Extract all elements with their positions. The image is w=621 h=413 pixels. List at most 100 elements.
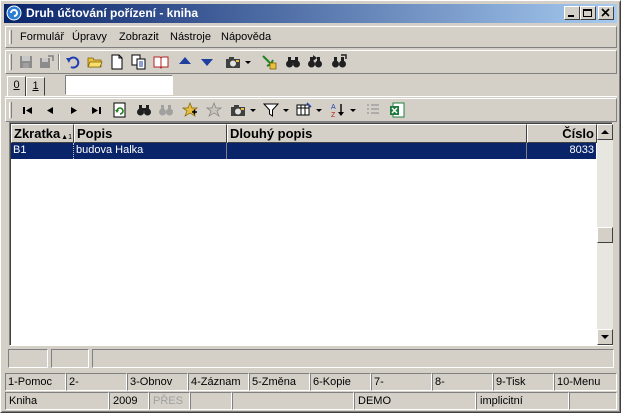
list-disabled-icon[interactable] [364, 101, 382, 119]
status-insert-mode: PŘES [149, 392, 190, 410]
window: Druh účtování pořízení - kniha Formulář … [0, 0, 621, 413]
menu-nastroje[interactable]: Nástroje [170, 31, 211, 43]
column-header-zkratka[interactable]: Zkratka ▲1 [11, 124, 74, 143]
close-button[interactable] [598, 6, 614, 20]
fkey-6-kopie[interactable]: 6-Kopie [310, 373, 371, 391]
fkey-4-zaznam[interactable]: 4-Záznam [188, 373, 249, 391]
chevron-down-icon[interactable] [281, 101, 291, 119]
menu-zobrazit[interactable]: Zobrazit [119, 31, 159, 43]
status-mode: Kniha [5, 392, 109, 410]
first-record-icon[interactable] [19, 101, 37, 119]
toolbar-separator [58, 54, 60, 70]
info-pane [8, 349, 48, 368]
find-replace-icon[interactable] [330, 53, 348, 71]
data-grid[interactable]: Zkratka ▲1 Popis Dlouhý popis Číslo B1 bu… [9, 122, 613, 346]
excel-export-icon[interactable] [388, 101, 406, 119]
sort-icon[interactable]: AZ [329, 101, 347, 119]
main-toolbar [5, 50, 617, 74]
copy-icon[interactable] [130, 53, 148, 71]
info-pane [92, 349, 614, 368]
add-filter-icon[interactable] [181, 101, 199, 119]
fkey-3-obnov[interactable]: 3-Obnov [127, 373, 188, 391]
remove-filter-icon[interactable] [205, 101, 223, 119]
chevron-down-icon[interactable] [248, 101, 258, 119]
tab-1-label: 1 [32, 80, 39, 92]
cell-cislo[interactable]: 8033 [527, 143, 596, 159]
last-record-icon[interactable] [87, 101, 105, 119]
sort-indicator: ▲1 [61, 134, 72, 141]
next-record-icon[interactable] [65, 101, 83, 119]
menu-napoveda[interactable]: Nápověda [221, 31, 271, 43]
arrow-up-icon[interactable] [176, 53, 194, 71]
status-pane [190, 392, 232, 410]
menu-grip[interactable] [9, 30, 12, 44]
vertical-scrollbar[interactable] [597, 124, 613, 345]
maximize-button[interactable] [580, 6, 596, 20]
menu-formular[interactable]: Formulář [20, 31, 64, 43]
find-disabled-icon[interactable] [157, 101, 175, 119]
scroll-thumb[interactable] [597, 227, 613, 243]
status-year: 2009 [109, 392, 149, 410]
chevron-down-icon[interactable] [314, 101, 324, 119]
fkey-1-pomoc[interactable]: 1-Pomoc [5, 373, 66, 391]
fkey-8[interactable]: 8- [432, 373, 493, 391]
minimize-button[interactable] [564, 6, 580, 20]
scroll-down-button[interactable] [597, 329, 613, 345]
column-header-label: Dlouhý popis [230, 126, 313, 141]
funnel-filter-icon[interactable] [262, 101, 280, 119]
status-database: DEMO [354, 392, 476, 410]
fkey-2[interactable]: 2- [66, 373, 127, 391]
tab-0[interactable]: 0 [7, 76, 26, 96]
svg-text:Z: Z [331, 112, 336, 118]
camera-grid-icon[interactable] [229, 101, 247, 119]
camera-icon[interactable] [224, 53, 242, 71]
column-header-popis[interactable]: Popis [74, 124, 227, 143]
save-icon[interactable] [17, 53, 35, 71]
arrow-down-icon[interactable] [198, 53, 216, 71]
fkey-7[interactable]: 7- [371, 373, 432, 391]
table-row[interactable]: B1 budova Halka 8033 [11, 143, 596, 159]
filter-arrow-icon[interactable] [260, 53, 278, 71]
chevron-down-icon[interactable] [243, 53, 253, 71]
status-bar: Kniha 2009 PŘES DEMO implicitní [5, 392, 617, 410]
binoculars-icon[interactable] [284, 53, 302, 71]
svg-text:A: A [331, 104, 336, 111]
save-close-icon[interactable] [37, 53, 55, 71]
undo-icon[interactable] [64, 53, 82, 71]
fkey-5-zmena[interactable]: 5-Změna [249, 373, 310, 391]
status-profile: implicitní [476, 392, 569, 410]
cell-zkratka[interactable]: B1 [11, 143, 74, 159]
scroll-up-button[interactable] [597, 124, 613, 140]
cell-dlouhy-popis[interactable] [227, 143, 527, 159]
toolbar-grip[interactable] [9, 54, 12, 70]
columns-icon[interactable] [295, 101, 313, 119]
menu-bar: Formulář Úpravy Zobrazit Nástroje Nápově… [5, 26, 617, 48]
menu-upravy[interactable]: Úpravy [72, 31, 107, 43]
search-icon[interactable] [135, 101, 153, 119]
find-next-icon[interactable] [306, 53, 324, 71]
column-header-cislo[interactable]: Číslo [527, 124, 597, 143]
info-bar [5, 348, 617, 370]
previous-record-icon[interactable] [41, 101, 59, 119]
app-icon [6, 5, 22, 21]
status-pane [232, 392, 354, 410]
cell-popis[interactable]: budova Halka [74, 143, 227, 159]
open-folder-icon[interactable] [86, 53, 104, 71]
grid-toolbar-grip[interactable] [9, 102, 12, 118]
title-bar[interactable]: Druh účtování pořízení - kniha [4, 4, 617, 23]
new-document-icon[interactable] [108, 53, 126, 71]
column-header-dlouhy-popis[interactable]: Dlouhý popis [227, 124, 527, 143]
chevron-down-icon[interactable] [348, 101, 358, 119]
refresh-icon[interactable] [111, 101, 129, 119]
tab-input-field[interactable] [65, 75, 173, 95]
fkey-9-tisk[interactable]: 9-Tisk [493, 373, 554, 391]
tab-1[interactable]: 1 [26, 77, 45, 96]
tab-0-label: 0 [13, 79, 20, 91]
column-header-label: Zkratka [14, 126, 61, 141]
column-header-label: Popis [77, 126, 113, 141]
fkey-10-menu[interactable]: 10-Menu [554, 373, 617, 391]
tab-divider [5, 96, 617, 97]
window-title: Druh účtování pořízení - kniha [26, 6, 199, 20]
book-icon[interactable] [152, 53, 170, 71]
grid-toolbar: AZ [5, 98, 617, 122]
